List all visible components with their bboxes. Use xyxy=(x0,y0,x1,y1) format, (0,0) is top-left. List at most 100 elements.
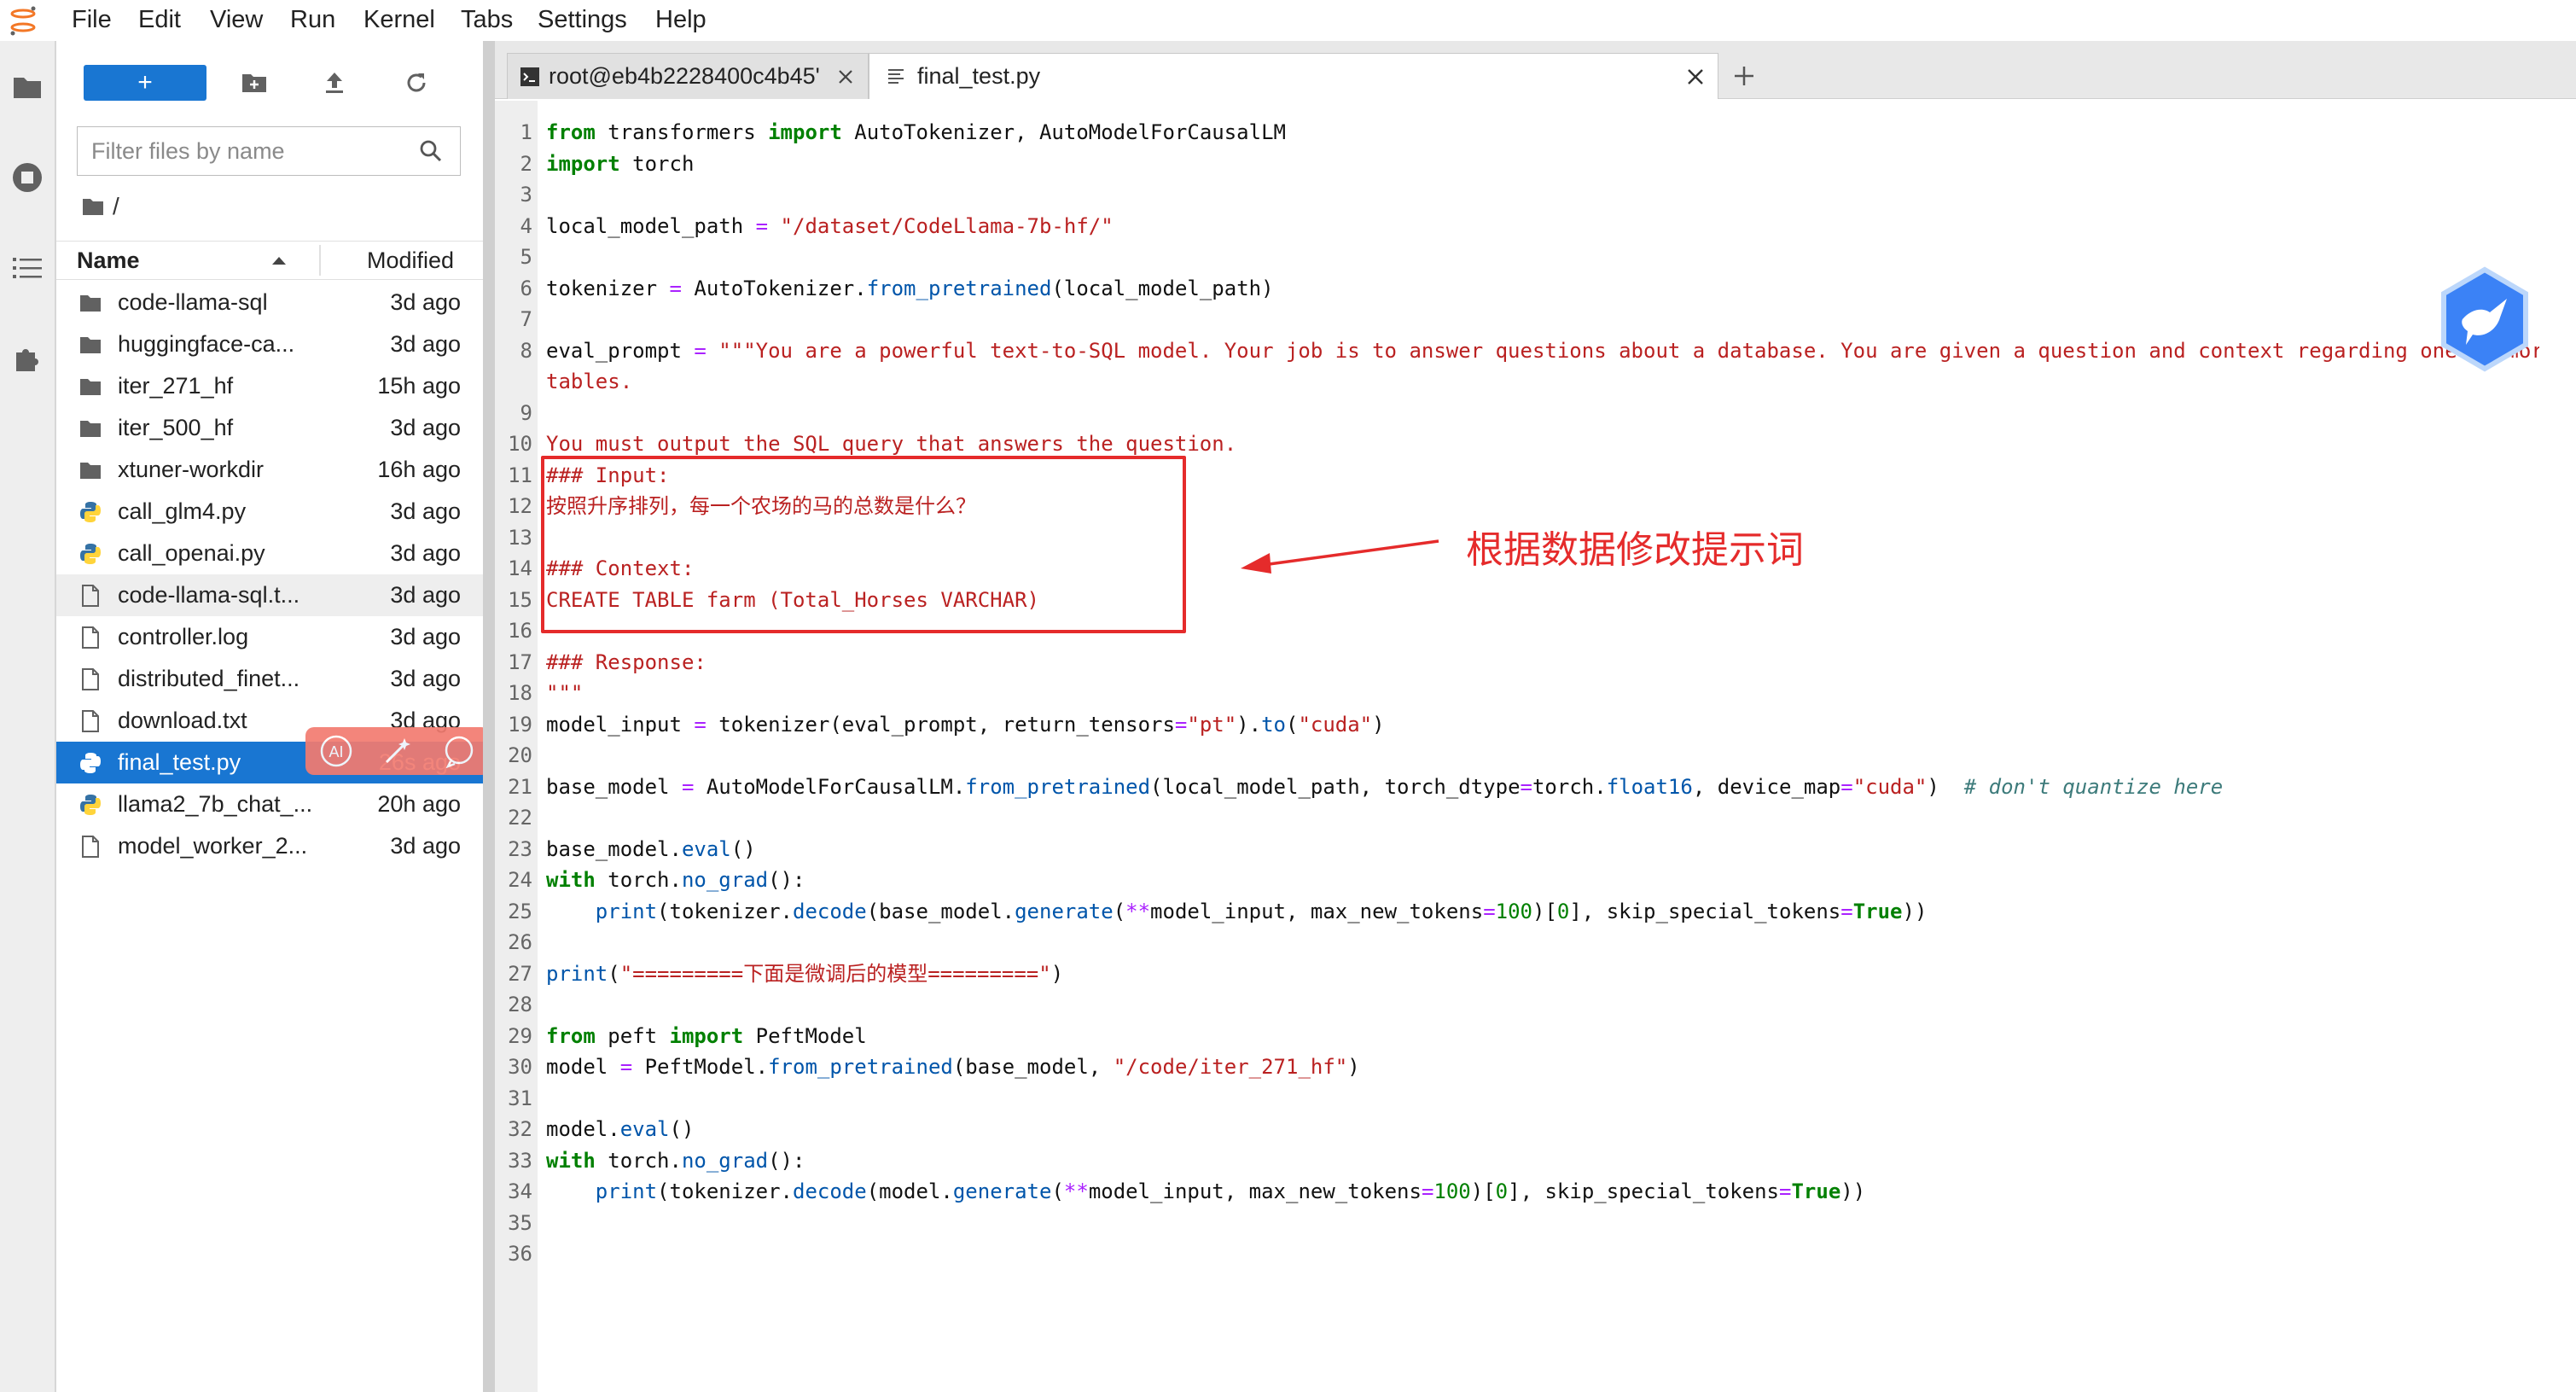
file-row[interactable]: call_openai.py 3d ago xyxy=(56,533,483,574)
svg-text:AI: AI xyxy=(329,743,343,760)
file-icon xyxy=(79,835,102,859)
file-name: xtuner-workdir xyxy=(118,457,265,482)
file-row[interactable]: huggingface-ca... 3d ago xyxy=(56,323,483,365)
new-launcher-button[interactable]: + xyxy=(84,65,206,101)
line-number: 23 xyxy=(508,836,532,861)
line-number: 24 xyxy=(508,868,532,892)
python-file-icon xyxy=(79,542,102,566)
menu-help[interactable]: Help xyxy=(652,0,710,41)
file-row[interactable]: controller.log 3d ago xyxy=(56,616,483,658)
breadcrumb[interactable]: / xyxy=(82,191,119,222)
code-line: """ xyxy=(546,681,584,705)
menu-kernel[interactable]: Kernel xyxy=(360,0,439,41)
line-number: 5 xyxy=(520,245,532,269)
file-browser-panel: + / Name Modified code-llama-sql 3d ago h… xyxy=(56,41,490,1392)
file-modified: 3d ago xyxy=(390,833,461,859)
file-list-header: Name Modified xyxy=(56,241,483,280)
folder-icon xyxy=(79,291,102,315)
column-header-modified[interactable]: Modified xyxy=(367,242,454,279)
file-name: call_openai.py xyxy=(118,540,265,566)
file-modified: 3d ago xyxy=(390,540,461,566)
extension-puzzle-icon[interactable] xyxy=(9,340,46,377)
file-row[interactable]: iter_271_hf 15h ago xyxy=(56,365,483,407)
activity-bar xyxy=(0,41,56,1392)
tab-terminal[interactable]: root@eb4b2228400c4b45' xyxy=(507,53,869,99)
line-number: 26 xyxy=(508,930,532,954)
line-number: 3 xyxy=(520,183,532,207)
file-row[interactable]: call_glm4.py 3d ago xyxy=(56,491,483,533)
file-filter-box xyxy=(77,126,461,176)
file-modified: 16h ago xyxy=(377,457,461,482)
running-kernels-icon[interactable] xyxy=(9,159,46,196)
menu-settings[interactable]: Settings xyxy=(534,0,631,41)
code-line: model.eval() xyxy=(546,1117,695,1141)
line-number: 25 xyxy=(508,899,532,923)
file-row[interactable]: distributed_finet... 3d ago xyxy=(56,658,483,700)
breadcrumb-root[interactable]: / xyxy=(113,193,119,220)
add-tab-button[interactable] xyxy=(1722,55,1766,97)
menu-edit[interactable]: Edit xyxy=(135,0,184,41)
file-row[interactable]: iter_500_hf 3d ago xyxy=(56,407,483,449)
file-modified: 3d ago xyxy=(390,582,461,608)
jupyter-logo-icon[interactable] xyxy=(9,5,38,36)
line-number: 31 xyxy=(508,1086,532,1110)
document-tab-bar: root@eb4b2228400c4b45' final_test.py xyxy=(495,41,2576,99)
magic-wand-icon[interactable] xyxy=(378,731,417,771)
menu-tabs[interactable]: Tabs xyxy=(457,0,516,41)
breadcrumb-folder-icon xyxy=(82,197,104,216)
column-separator[interactable] xyxy=(319,245,321,276)
panel-resize-handle[interactable] xyxy=(483,41,495,1392)
line-number: 2 xyxy=(520,151,532,176)
file-modified: 3d ago xyxy=(390,498,461,524)
code-line: from transformers import AutoTokenizer, … xyxy=(546,120,1286,144)
close-icon[interactable] xyxy=(1683,65,1707,89)
menu-file[interactable]: File xyxy=(68,0,115,41)
filter-files-input[interactable] xyxy=(90,137,400,166)
file-modified: 3d ago xyxy=(390,415,461,440)
table-of-contents-icon[interactable] xyxy=(9,249,46,287)
file-row[interactable]: xtuner-workdir 16h ago xyxy=(56,449,483,491)
line-number: 1 xyxy=(520,120,532,144)
file-modified: 3d ago xyxy=(390,289,461,315)
sort-ascending-icon[interactable] xyxy=(271,242,287,279)
line-number: 6 xyxy=(520,276,532,300)
chat-bubble-icon[interactable] xyxy=(439,731,479,771)
line-number: 18 xyxy=(508,681,532,705)
new-folder-icon[interactable] xyxy=(229,65,280,101)
file-row[interactable]: llama2_7b_chat_... 20h ago xyxy=(56,783,483,825)
python-file-icon xyxy=(79,793,102,817)
code-line: eval_prompt = """You are a powerful text… xyxy=(546,338,2539,363)
code-line: ### Response: xyxy=(546,649,707,674)
folder-icon[interactable] xyxy=(9,68,46,106)
line-number: 19 xyxy=(508,712,532,737)
code-line: import torch xyxy=(546,151,695,176)
file-modified: 20h ago xyxy=(377,791,461,817)
menu-view[interactable]: View xyxy=(206,0,266,41)
file-row[interactable]: code-llama-sql.t... 3d ago xyxy=(56,574,483,616)
line-number: 10 xyxy=(508,432,532,456)
file-icon xyxy=(79,626,102,649)
line-number: 34 xyxy=(508,1179,532,1203)
annotation-arrow-icon xyxy=(1241,539,1439,574)
tab-final-test-py[interactable]: final_test.py xyxy=(869,53,1718,99)
upload-icon[interactable] xyxy=(309,65,360,101)
menu-run[interactable]: Run xyxy=(287,0,339,41)
code-line: model_input = tokenizer(eval_prompt, ret… xyxy=(546,712,1385,737)
file-row[interactable]: code-llama-sql 3d ago xyxy=(56,282,483,323)
close-icon[interactable] xyxy=(834,65,858,89)
code-line: print(tokenizer.decode(base_model.genera… xyxy=(595,899,1928,923)
search-icon[interactable] xyxy=(419,139,443,163)
column-header-name[interactable]: Name xyxy=(77,242,140,279)
line-number: 29 xyxy=(508,1023,532,1048)
refresh-icon[interactable] xyxy=(391,65,442,101)
line-number: 27 xyxy=(508,961,532,986)
floating-assistant-bird-icon[interactable] xyxy=(2437,266,2532,372)
file-name: huggingface-ca... xyxy=(118,331,295,357)
file-name: model_worker_2... xyxy=(118,833,308,859)
file-row[interactable]: model_worker_2... 3d ago xyxy=(56,825,483,867)
file-name: iter_500_hf xyxy=(118,415,234,440)
file-modified: 3d ago xyxy=(390,666,461,691)
file-name: code-llama-sql xyxy=(118,289,268,315)
line-number: 21 xyxy=(508,774,532,799)
ai-assistant-icon[interactable]: AI xyxy=(317,731,356,771)
